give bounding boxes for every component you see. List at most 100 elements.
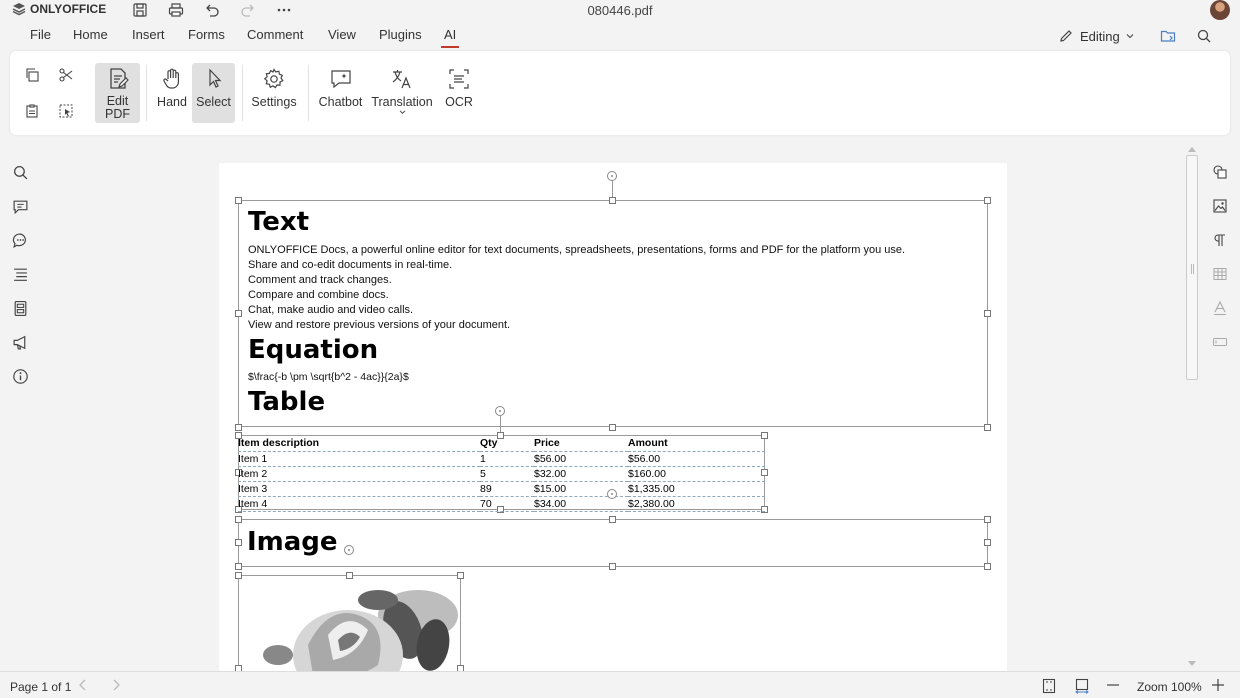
- vertical-scrollbar[interactable]: [1186, 143, 1198, 670]
- resize-handle[interactable]: [235, 572, 242, 579]
- editing-mode-dropdown[interactable]: Editing: [1058, 28, 1134, 44]
- rotate-handle[interactable]: [607, 489, 617, 499]
- menu-insert[interactable]: Insert: [132, 27, 165, 42]
- resize-handle[interactable]: [235, 516, 242, 523]
- paragraph-settings-icon[interactable]: [1210, 230, 1230, 250]
- search-icon[interactable]: [10, 162, 30, 182]
- image-frame[interactable]: [238, 575, 461, 671]
- fit-width-icon[interactable]: [1074, 678, 1090, 697]
- text-art-settings-icon[interactable]: [1210, 298, 1230, 318]
- paragraph-line: View and restore previous versions of yo…: [248, 319, 511, 331]
- resize-handle[interactable]: [346, 572, 353, 579]
- resize-handle[interactable]: [984, 197, 991, 204]
- resize-handle[interactable]: [984, 310, 991, 317]
- user-avatar[interactable]: [1210, 0, 1230, 20]
- table-settings-icon[interactable]: [1210, 264, 1230, 284]
- select-all-icon[interactable]: [55, 100, 77, 122]
- rotate-handle[interactable]: [344, 545, 354, 555]
- resize-handle[interactable]: [984, 516, 991, 523]
- image-settings-icon[interactable]: [1210, 196, 1230, 216]
- cut-icon[interactable]: [55, 64, 77, 86]
- copy-icon[interactable]: [21, 64, 43, 86]
- table-header-row: Item description Qty Price Amount: [238, 436, 765, 452]
- menu-ai[interactable]: AI: [440, 27, 460, 48]
- resize-handle[interactable]: [609, 424, 616, 431]
- redo-icon[interactable]: [238, 1, 258, 19]
- paragraph-line: Comment and track changes.: [248, 274, 392, 286]
- status-bar-divider: [0, 671, 1240, 672]
- open-file-location-icon[interactable]: [1158, 27, 1178, 45]
- rotate-handle[interactable]: [607, 171, 617, 181]
- menu-file[interactable]: File: [30, 27, 51, 42]
- menu-home[interactable]: Home: [73, 27, 108, 42]
- table-cell: Item 4: [238, 496, 480, 512]
- resize-handle[interactable]: [235, 539, 242, 546]
- onlyoffice-logo-icon: [12, 3, 26, 16]
- resize-handle[interactable]: [235, 197, 242, 204]
- comments-icon[interactable]: [10, 196, 30, 216]
- paste-icon[interactable]: [21, 100, 43, 122]
- hand-tool-button[interactable]: Hand: [153, 63, 191, 123]
- menu-plugins[interactable]: Plugins: [379, 27, 422, 42]
- info-icon[interactable]: [10, 366, 30, 386]
- menu-forms[interactable]: Forms: [188, 27, 225, 42]
- resize-handle[interactable]: [235, 424, 242, 431]
- search-icon[interactable]: [1194, 27, 1214, 45]
- chevron-down-icon: [1126, 34, 1134, 39]
- table-row: Item 4 70 $34.00 $2,380.00: [238, 496, 765, 512]
- app-name: ONLYOFFICE: [30, 2, 107, 16]
- chatbot-button[interactable]: Chatbot: [316, 63, 365, 123]
- document-title: 080446.pdf: [587, 3, 653, 18]
- equation-text: $\frac{-b \pm \sqrt{b^2 - 4ac}}{2a}$: [248, 371, 409, 383]
- translation-label: Translation: [371, 95, 433, 109]
- form-settings-icon[interactable]: [1210, 332, 1230, 352]
- next-page-icon[interactable]: [111, 679, 121, 694]
- more-icon[interactable]: [274, 1, 294, 19]
- zoom-level[interactable]: Zoom 100%: [1137, 680, 1202, 694]
- translation-button[interactable]: Translation: [370, 63, 434, 123]
- ocr-label: OCR: [445, 95, 473, 109]
- table-cell: 5: [480, 466, 534, 482]
- table-cell: $56.00: [628, 451, 765, 467]
- shape-settings-icon[interactable]: [1210, 162, 1230, 182]
- scroll-down-icon[interactable]: [1186, 658, 1198, 670]
- chat-icon[interactable]: [10, 230, 30, 250]
- edit-pdf-button[interactable]: Edit PDF: [95, 63, 140, 123]
- heading-table: Table: [248, 387, 326, 417]
- resize-handle[interactable]: [984, 424, 991, 431]
- undo-icon[interactable]: [202, 1, 222, 19]
- zoom-out-icon[interactable]: [1106, 678, 1120, 695]
- document-page[interactable]: Text ONLYOFFICE Docs, a powerful online …: [219, 163, 1007, 671]
- resize-handle[interactable]: [235, 563, 242, 570]
- resize-handle[interactable]: [609, 197, 616, 204]
- announcement-icon[interactable]: [10, 332, 30, 352]
- save-icon[interactable]: [130, 1, 150, 19]
- resize-handle[interactable]: [984, 539, 991, 546]
- resize-handle[interactable]: [984, 563, 991, 570]
- ribbon-separator: [146, 65, 147, 121]
- zoom-in-icon[interactable]: [1211, 678, 1225, 695]
- app-logo: ONLYOFFICE: [12, 2, 106, 16]
- resize-handle[interactable]: [609, 563, 616, 570]
- menu-view[interactable]: View: [328, 27, 356, 42]
- resize-handle[interactable]: [609, 516, 616, 523]
- headings-icon[interactable]: [10, 264, 30, 284]
- rotate-handle[interactable]: [495, 406, 505, 416]
- resize-handle[interactable]: [457, 572, 464, 579]
- scroll-thumb[interactable]: [1186, 155, 1198, 380]
- scroll-up-icon[interactable]: [1186, 143, 1198, 155]
- settings-button[interactable]: Settings: [250, 63, 298, 123]
- thumbnails-icon[interactable]: [10, 298, 30, 318]
- table-cell: 70: [480, 496, 534, 512]
- fit-page-icon[interactable]: [1042, 678, 1056, 697]
- select-tool-button[interactable]: Select: [192, 63, 235, 123]
- previous-page-icon[interactable]: [78, 679, 88, 694]
- menu-comment[interactable]: Comment: [247, 27, 303, 42]
- resize-handle[interactable]: [235, 310, 242, 317]
- page-indicator[interactable]: Page 1 of 1: [10, 680, 71, 694]
- image-heading-frame[interactable]: [238, 519, 988, 567]
- items-table[interactable]: Item description Qty Price Amount Item 1…: [238, 436, 765, 512]
- ocr-button[interactable]: OCR: [440, 63, 478, 123]
- print-icon[interactable]: [166, 1, 186, 19]
- table-cell: $1,335.00: [628, 481, 765, 497]
